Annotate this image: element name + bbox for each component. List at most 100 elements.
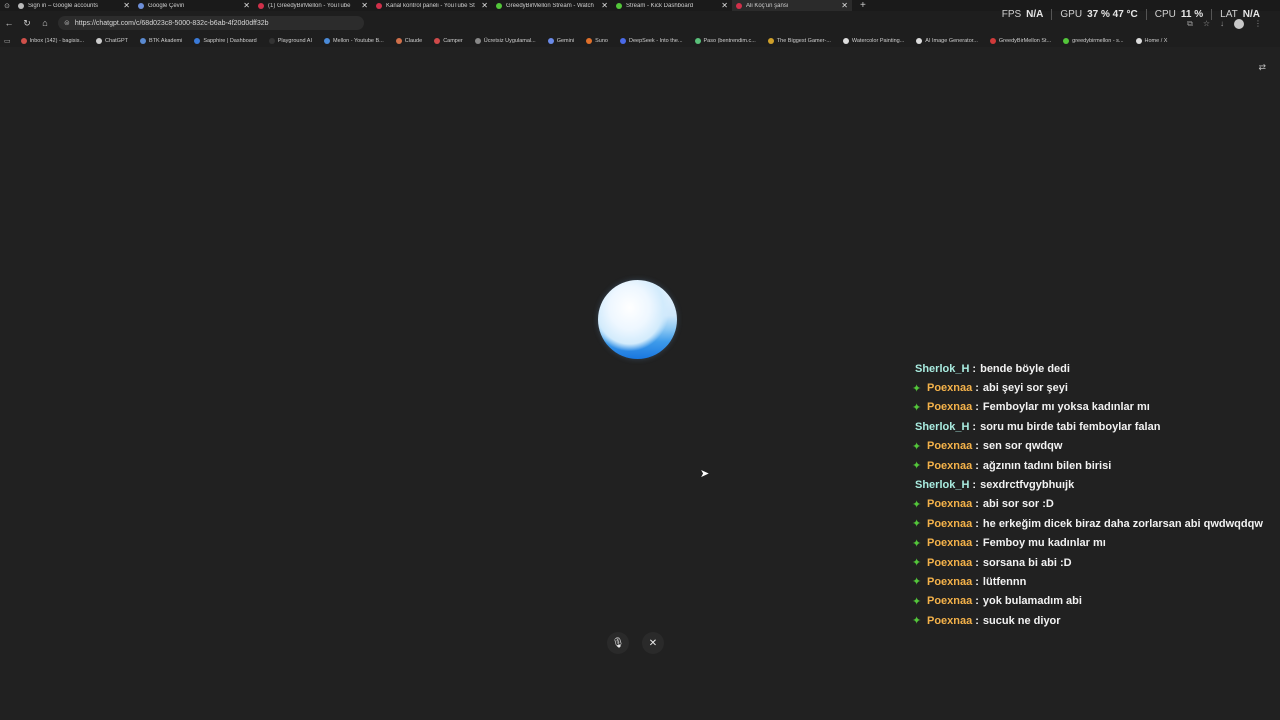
tab-favicon-icon (258, 2, 264, 9)
tab-close-icon[interactable]: ✕ (123, 1, 130, 10)
bookmark-item[interactable]: The Biggest Gamer-... (767, 38, 831, 44)
tab-close-icon[interactable]: ✕ (841, 1, 848, 10)
browser-tab[interactable]: Ali Koç'un şansı ✕ (732, 0, 852, 11)
sparkle-badge-icon: ✦ (912, 460, 922, 473)
bookmark-item[interactable]: ChatGPT (96, 38, 128, 44)
bookmark-label: The Biggest Gamer-... (776, 38, 831, 44)
browser-tab[interactable]: Google Çeviri ✕ (134, 0, 254, 11)
chat-separator: : (975, 498, 979, 511)
bookmark-label: BTK Akademi (148, 38, 183, 44)
fps-value: N/A (1026, 9, 1044, 20)
tab-close-icon[interactable]: ✕ (721, 1, 728, 10)
tab-close-icon[interactable]: ✕ (243, 1, 250, 10)
bookmark-item[interactable]: AI Image Generator... (916, 38, 978, 44)
bookmark-item[interactable]: Sapphire | Dashboard (194, 38, 257, 44)
bookmark-label: GreedyBirMellon St... (998, 38, 1052, 44)
apps-icon[interactable]: ▭ (4, 37, 11, 45)
chat-message: ✦ Poexnaa: sorsana bi abi :D (912, 553, 1272, 572)
menu-icon[interactable]: ⋮ (1254, 19, 1262, 29)
sparkle-badge-icon: ✦ (912, 401, 922, 414)
chat-username: Sherlok_H (915, 420, 970, 433)
bookmark-item[interactable]: Home / X (1135, 38, 1167, 44)
end-voice-button[interactable]: ✕ (642, 632, 664, 654)
tab-close-icon[interactable]: ✕ (481, 1, 488, 10)
sparkle-badge-icon: ✦ (912, 557, 922, 570)
browser-tab[interactable]: GreedyBirMellon Stream - Watch ✕ (492, 0, 612, 11)
chat-text: sexdrctfvgybhuıjk (980, 479, 1075, 492)
chat-message: ✦ Poexnaa: Femboy mu kadınlar mı (912, 534, 1272, 553)
home-icon[interactable]: ⌂ (36, 14, 54, 32)
bookmark-label: ChatGPT (105, 38, 128, 44)
bookmark-item[interactable]: Playground AI (268, 38, 312, 44)
stream-chat-overlay: Sherlok_H: bende böyle dedi ✦ Poexnaa: abi ş… (912, 359, 1272, 630)
extensions-icon[interactable]: ⧉ (1187, 19, 1193, 29)
browser-tab[interactable]: Sign in – Google accounts ✕ (14, 0, 134, 11)
site-info-icon[interactable]: ⊜ (64, 19, 70, 27)
microphone-button[interactable]: 🎙 (607, 632, 629, 654)
chat-text: yok bulamadım abi (982, 595, 1082, 608)
bookmark-item[interactable]: BTK Akademi (139, 38, 183, 44)
bookmark-item[interactable]: Claude (395, 38, 422, 44)
sparkle-badge-icon: ✦ (912, 595, 922, 608)
tab-favicon-icon (376, 2, 382, 9)
reload-icon[interactable]: ↻ (18, 14, 36, 32)
new-tab-button[interactable]: + (860, 0, 866, 11)
chat-username: Poexnaa (927, 575, 973, 588)
tab-favicon-icon (18, 2, 24, 9)
gpu-label: GPU (1060, 9, 1083, 20)
bookmark-item[interactable]: greedybirmellon - s... (1063, 38, 1124, 44)
fps-stat: FPS N/A (994, 9, 1052, 20)
bookmark-item[interactable]: Paso (bentrendim.c... (694, 38, 756, 44)
chat-separator: : (975, 459, 979, 472)
bookmark-item[interactable]: DeepSeek - Into the... (620, 38, 683, 44)
chat-message: Sherlok_H: sexdrctfvgybhuıjk (912, 475, 1272, 494)
tab-title: Ali Koç'un şansı (746, 2, 789, 9)
bookmark-favicon-icon (474, 38, 481, 44)
browser-tab[interactable]: Stream - Kick Dashboard ✕ (612, 0, 732, 11)
bookmark-favicon-icon (96, 38, 103, 44)
bookmark-item[interactable]: Camper (434, 38, 463, 44)
bookmark-item[interactable]: Inbox (142) - bagisis... (20, 38, 84, 44)
back-icon[interactable]: ← (0, 14, 18, 32)
chat-username: Poexnaa (927, 556, 973, 569)
bookmark-favicon-icon (586, 38, 593, 44)
bookmark-label: Gemini (556, 38, 575, 44)
bookmark-item[interactable]: Mellon - Youtube B... (323, 38, 384, 44)
chat-message: ✦ Poexnaa: sucuk ne diyor (912, 611, 1272, 630)
voice-controls: 🎙 ✕ (607, 632, 664, 654)
bookmark-label: Sapphire | Dashboard (203, 38, 257, 44)
chat-message: ✦ Poexnaa: lütfennn (912, 572, 1272, 591)
chat-separator: : (975, 440, 979, 453)
tab-search-icon[interactable]: ⊙ (0, 0, 14, 11)
chat-separator: : (975, 537, 979, 550)
browser-tab[interactable]: (1) GreedyBirMellon - YouTube ✕ (254, 0, 372, 11)
chat-message: Sherlok_H: soru mu birde tabi femboylar f… (912, 417, 1272, 436)
chat-text: abi şeyi sor şeyi (982, 382, 1068, 395)
bookmark-item[interactable]: GreedyBirMellon St... (989, 38, 1052, 44)
tab-favicon-icon (496, 2, 502, 9)
voice-settings-icon[interactable]: ⇄ (1258, 62, 1266, 73)
bookmark-label: DeepSeek - Into the... (629, 38, 683, 44)
bookmark-favicon-icon (842, 38, 849, 44)
browser-tab[interactable]: Kanal kontrol paneli - YouTube St ✕ (372, 0, 492, 11)
tab-close-icon[interactable]: ✕ (601, 1, 608, 10)
bookmark-item[interactable]: Watercolor Painting... (842, 38, 904, 44)
bookmark-favicon-icon (694, 38, 701, 44)
bookmarks-list: Inbox (142) - bagisis... ChatGPT BTK Akade… (20, 38, 1180, 44)
chat-message: ✦ Poexnaa: ağzının tadını bilen birisi (912, 456, 1272, 475)
chat-username: Poexnaa (927, 498, 973, 511)
bookmark-item[interactable]: Ücretsiz Uygulamal... (474, 38, 536, 44)
tab-title: Google Çeviri (148, 2, 185, 9)
sparkle-badge-icon: ✦ (912, 382, 922, 395)
address-bar[interactable]: ⊜ https://chatgpt.com/c/68d023c8-5000-83… (58, 16, 364, 30)
bookmark-star-icon[interactable]: ☆ (1203, 19, 1210, 29)
sparkle-badge-icon: ✦ (912, 440, 922, 453)
download-icon[interactable]: ↓ (1220, 19, 1224, 29)
chat-separator: : (975, 517, 979, 530)
bookmark-item[interactable]: Suno (586, 38, 608, 44)
chat-separator: : (972, 479, 977, 492)
chat-message: Sherlok_H: bende böyle dedi (912, 359, 1272, 378)
tab-close-icon[interactable]: ✕ (361, 1, 368, 10)
bookmark-item[interactable]: Gemini (547, 38, 575, 44)
profile-avatar[interactable] (1234, 19, 1244, 29)
